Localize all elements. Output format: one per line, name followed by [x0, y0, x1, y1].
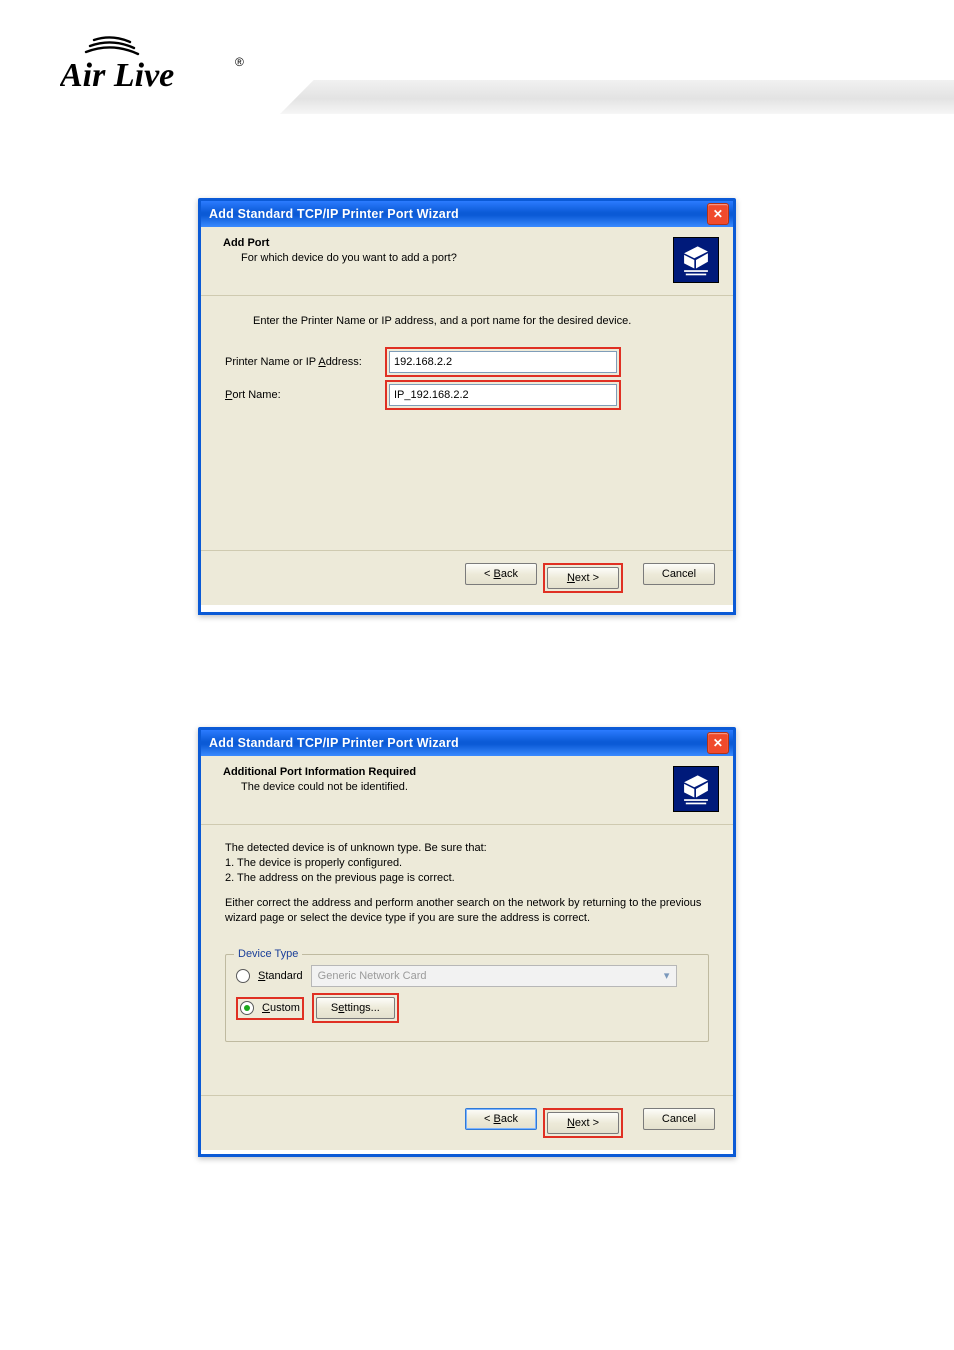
fieldset-legend: Device Type — [234, 947, 302, 962]
wizard-dialog-port-info: Add Standard TCP/IP Printer Port Wizard … — [198, 727, 736, 1157]
highlight-next: Next > — [543, 563, 623, 593]
header-band — [280, 80, 954, 114]
cancel-button[interactable]: Cancel — [643, 563, 715, 585]
radio-standard[interactable] — [236, 969, 250, 983]
titlebar: Add Standard TCP/IP Printer Port Wizard … — [201, 201, 733, 227]
back-button[interactable]: < Back — [465, 1108, 537, 1130]
printer-port-icon — [673, 237, 719, 283]
highlight-ip — [385, 347, 621, 377]
next-button[interactable]: Next > — [547, 1112, 619, 1134]
label-printer-ip: Printer Name or IP Address: — [225, 355, 385, 370]
page-title: Add Port — [223, 237, 673, 249]
page-title: Additional Port Information Required — [223, 766, 673, 778]
device-type-fieldset: Device Type Standard Generic Network Car… — [225, 954, 709, 1042]
svg-text:Air Live: Air Live — [60, 57, 174, 94]
highlight-settings: Settings... — [312, 993, 399, 1023]
page-subtitle: For which device do you want to add a po… — [241, 252, 673, 264]
device-type-select: Generic Network Card ▾ — [311, 965, 677, 987]
radio-custom-label: Custom — [262, 1001, 300, 1016]
window-title: Add Standard TCP/IP Printer Port Wizard — [205, 207, 707, 221]
next-button[interactable]: Next > — [547, 567, 619, 589]
radio-standard-label: Standard — [258, 969, 303, 984]
printer-ip-input[interactable] — [389, 351, 617, 373]
highlight-next: Next > — [543, 1108, 623, 1138]
titlebar: Add Standard TCP/IP Printer Port Wizard … — [201, 730, 733, 756]
radio-custom[interactable] — [240, 1001, 254, 1015]
chevron-down-icon: ▾ — [658, 967, 676, 985]
close-icon[interactable]: ✕ — [707, 732, 729, 754]
port-name-input[interactable] — [389, 384, 617, 406]
window-title: Add Standard TCP/IP Printer Port Wizard — [205, 736, 707, 750]
instruction-text: Enter the Printer Name or IP address, an… — [253, 314, 709, 329]
close-icon[interactable]: ✕ — [707, 203, 729, 225]
highlight-port — [385, 380, 621, 410]
correction-text: Either correct the address and perform a… — [225, 896, 709, 926]
brand-logo: Air Live ® — [60, 36, 270, 99]
label-port-name: Port Name: — [225, 388, 385, 403]
wizard-dialog-add-port: Add Standard TCP/IP Printer Port Wizard … — [198, 198, 736, 615]
page-subtitle: The device could not be identified. — [241, 781, 673, 793]
printer-port-icon — [673, 766, 719, 812]
settings-button[interactable]: Settings... — [316, 997, 395, 1019]
back-button[interactable]: < Back — [465, 563, 537, 585]
cancel-button[interactable]: Cancel — [643, 1108, 715, 1130]
highlight-custom: Custom — [236, 997, 304, 1020]
svg-text:®: ® — [235, 55, 244, 69]
detected-info-text: The detected device is of unknown type. … — [225, 841, 709, 886]
